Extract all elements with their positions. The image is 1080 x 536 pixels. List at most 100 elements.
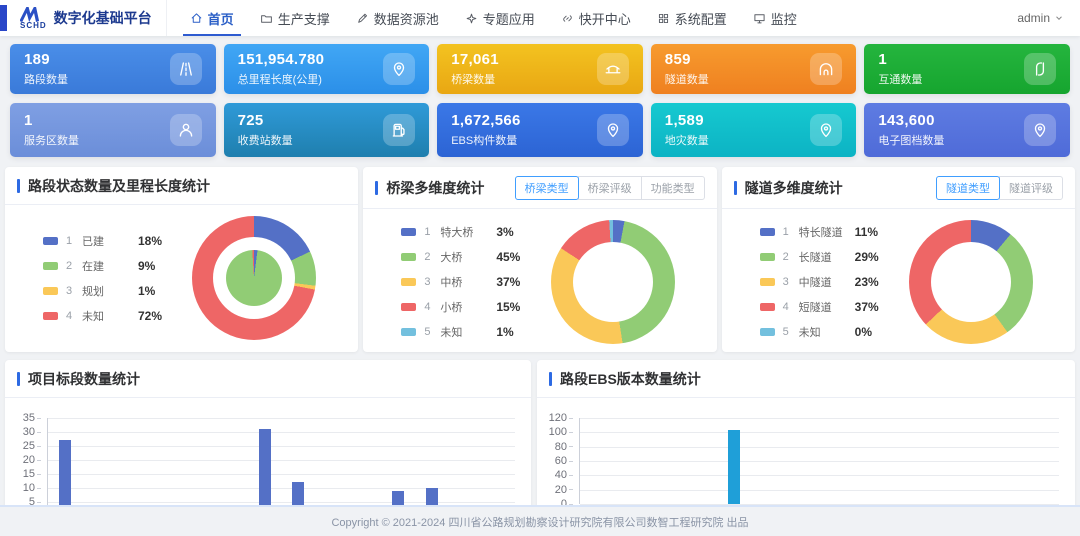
inner-pie [226, 250, 282, 306]
monitor-icon [753, 12, 766, 25]
legend-index: 3 [783, 276, 791, 288]
legend-index: 1 [66, 235, 74, 247]
legend-swatch [401, 303, 416, 311]
legend-label: 中隧道 [799, 274, 847, 290]
legend-item-特长隧道[interactable]: 1 特长隧道 11% [760, 224, 879, 240]
bridge-tabs: 桥梁类型桥梁评级功能类型 [515, 176, 705, 200]
donut-hole [931, 242, 1011, 322]
nav-item-home[interactable]: 首页 [177, 0, 247, 36]
legend-item-中隧道[interactable]: 3 中隧道 23% [760, 274, 879, 290]
stat-label: 隧道数量 [665, 71, 709, 87]
gridline [580, 475, 1059, 476]
person-icon [177, 121, 195, 139]
legend-value: 9% [138, 259, 155, 273]
nav-item-label: 专题应用 [483, 9, 535, 28]
nav-item-data-resource-pool[interactable]: 数据资源池 [343, 0, 452, 36]
title-accent-bar [17, 179, 20, 193]
legend-label: 特大桥 [440, 224, 488, 240]
gridline [48, 502, 515, 503]
stat-label: 路段数量 [24, 71, 68, 87]
tunnel-legend: 1 特长隧道 11% 2 长隧道 29% 3 中隧道 23% 4 短隧道 37%… [760, 224, 879, 340]
panel-road-status-body: 1 已建 18% 2 在建 9% 3 规划 1% 4 未知 72% [5, 205, 358, 351]
panel-bridge-header: 桥梁多维度统计 桥梁类型桥梁评级功能类型 [363, 167, 716, 209]
stat-icon-badge [170, 114, 202, 146]
nav-item-special-apps[interactable]: 专题应用 [452, 0, 548, 36]
legend-label: 已建 [82, 233, 130, 249]
y-axis-tick: 120 [545, 412, 573, 424]
legend-item-小桥[interactable]: 4 小桥 15% [401, 299, 520, 315]
stat-value: 151,954.780 [238, 51, 325, 68]
legend-label: 未知 [440, 324, 488, 340]
legend-item-长隧道[interactable]: 2 长隧道 29% [760, 249, 879, 265]
folder-icon [260, 12, 273, 25]
legend-value: 1% [138, 284, 155, 298]
legend-index: 3 [424, 276, 432, 288]
tab-功能类型[interactable]: 功能类型 [641, 176, 705, 200]
legend-value: 15% [496, 300, 520, 314]
nav-item-monitoring[interactable]: 监控 [740, 0, 810, 36]
stat-card-bridge-count: 17,061 桥梁数量 [437, 44, 643, 94]
legend-item-中桥[interactable]: 3 中桥 37% [401, 274, 520, 290]
legend-item-特大桥[interactable]: 1 特大桥 3% [401, 224, 520, 240]
panel-tunnel: 隧道多维度统计 隧道类型隧道评级 1 特长隧道 11% 2 长隧道 29% 3 … [722, 167, 1075, 352]
stat-value: 1 [878, 51, 922, 68]
stat-card-text: 151,954.780 总里程长度(公里) [238, 51, 325, 87]
legend-item-规划[interactable]: 3 规划 1% [43, 283, 162, 299]
legend-item-大桥[interactable]: 2 大桥 45% [401, 249, 520, 265]
bridge-icon [604, 60, 622, 78]
legend-swatch [43, 237, 58, 245]
bridge-donut-chart [551, 220, 675, 344]
panel-title: 路段EBS版本数量统计 [560, 369, 701, 389]
legend-label: 小桥 [440, 299, 488, 315]
legend-index: 2 [783, 251, 791, 263]
tab-桥梁类型[interactable]: 桥梁类型 [515, 176, 579, 200]
nav-item-quick-start-center[interactable]: 快开中心 [548, 0, 644, 36]
user-menu[interactable]: admin [1017, 11, 1064, 25]
tab-桥梁评级[interactable]: 桥梁评级 [578, 176, 642, 200]
legend-swatch [760, 253, 775, 261]
legend-item-在建[interactable]: 2 在建 9% [43, 258, 162, 274]
legend-item-未知[interactable]: 4 未知 72% [43, 308, 162, 324]
panel-bridge: 桥梁多维度统计 桥梁类型桥梁评级功能类型 1 特大桥 3% 2 大桥 45% 3… [363, 167, 716, 352]
legend-item-未知[interactable]: 5 未知 0% [760, 324, 879, 340]
stat-label: 收费站数量 [238, 132, 293, 148]
legend-swatch [43, 262, 58, 270]
tab-隧道类型[interactable]: 隧道类型 [936, 176, 1000, 200]
nav-item-system-config[interactable]: 系统配置 [644, 0, 740, 36]
top-navbar: SCHD 数字化基础平台 首页生产支撑数据资源池专题应用快开中心系统配置监控 a… [0, 0, 1080, 36]
legend-value: 18% [138, 234, 162, 248]
tab-隧道评级[interactable]: 隧道评级 [999, 176, 1063, 200]
nav-item-production-support[interactable]: 生产支撑 [247, 0, 343, 36]
legend-item-未知[interactable]: 5 未知 1% [401, 324, 520, 340]
location-pin-icon [817, 121, 835, 139]
location-pin-icon [390, 60, 408, 78]
legend-index: 5 [783, 326, 791, 338]
stat-card-ebs-component-count: 1,672,566 EBS构件数量 [437, 103, 643, 157]
main-nav: 首页生产支撑数据资源池 专题应用快开中心系统配置监控 [177, 0, 810, 36]
gridline [580, 418, 1059, 419]
legend-item-短隧道[interactable]: 4 短隧道 37% [760, 299, 879, 315]
y-axis-tick: 20 [13, 454, 41, 466]
stat-value: 1,589 [665, 112, 709, 129]
copyright-text: Copyright © 2021-2024 四川省公路规划勘察设计研究院有限公司… [331, 514, 748, 530]
location-pin-icon [1031, 121, 1049, 139]
legend-value: 1% [496, 325, 513, 339]
stat-card-text: 1,672,566 EBS构件数量 [451, 112, 520, 148]
stat-icon-badge [170, 53, 202, 85]
legend-index: 4 [424, 301, 432, 313]
legend-index: 2 [424, 251, 432, 263]
legend-value: 72% [138, 309, 162, 323]
stat-icon-badge [1024, 114, 1056, 146]
legend-label: 在建 [82, 258, 130, 274]
schd-logo: SCHD [20, 7, 47, 30]
legend-value: 11% [855, 225, 878, 239]
legend-item-已建[interactable]: 1 已建 18% [43, 233, 162, 249]
gridline [48, 446, 515, 447]
stat-card-text: 725 收费站数量 [238, 112, 293, 148]
gridline [48, 432, 515, 433]
legend-label: 未知 [799, 324, 847, 340]
legend-label: 短隧道 [799, 299, 847, 315]
legend-swatch [401, 228, 416, 236]
panel-tunnel-body: 1 特长隧道 11% 2 长隧道 29% 3 中隧道 23% 4 短隧道 37%… [722, 209, 1075, 352]
stat-card-e-archive-count: 143,600 电子图档数量 [864, 103, 1070, 157]
